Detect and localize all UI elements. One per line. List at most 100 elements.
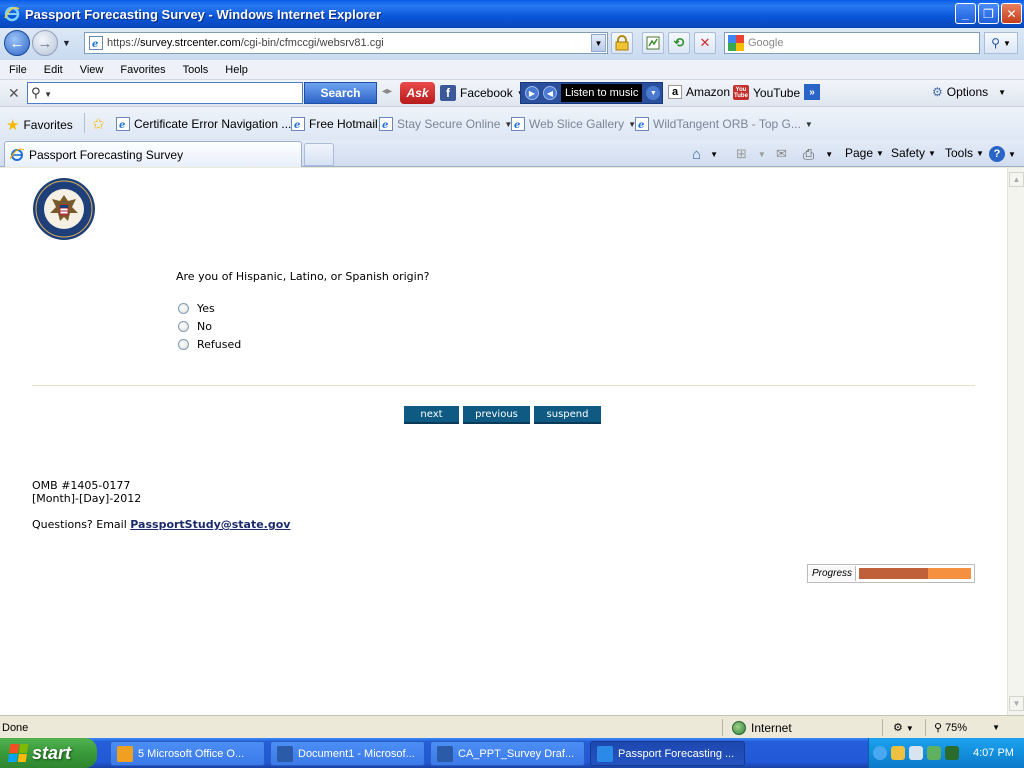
suspend-button[interactable]: suspend	[534, 406, 601, 424]
minimize-button[interactable]: _	[955, 3, 976, 24]
add-favorite-icon[interactable]: ✩	[92, 115, 105, 133]
ie-logo-icon	[4, 6, 20, 22]
mail-icon: ✉	[776, 146, 787, 161]
close-toolbar-icon[interactable]: ✕	[8, 85, 20, 102]
stop-icon[interactable]: ✕	[694, 32, 716, 54]
ie-page-icon: e	[635, 117, 649, 131]
favorite-label: Free Hotmail	[309, 117, 378, 131]
omb-block: OMB #1405-0177 [Month]-[Day]-2012	[32, 479, 141, 505]
play-icon[interactable]: ▶	[525, 86, 539, 100]
menu-file[interactable]: File	[0, 64, 35, 76]
radio-no[interactable]	[178, 320, 189, 332]
read-mail-button[interactable]: ✉	[776, 146, 787, 162]
back-button[interactable]: ←	[4, 30, 30, 56]
help-button[interactable]: ? ▼	[989, 146, 1016, 162]
option-refused[interactable]: Refused	[178, 335, 241, 353]
tray-expand-icon[interactable]	[873, 746, 887, 760]
music-player[interactable]: ▶ ◀ Listen to music ▼	[520, 82, 663, 104]
address-bar[interactable]: e https://survey.strcenter.com/cgi-bin/c…	[84, 32, 608, 54]
search-options-icon: ▼	[1002, 38, 1011, 48]
restore-button[interactable]: ❐	[978, 3, 999, 24]
menu-view[interactable]: View	[71, 64, 112, 76]
printer-icon: ⎙	[803, 146, 815, 162]
ie-page-icon: e	[116, 117, 130, 131]
forward-button[interactable]: →	[32, 30, 58, 56]
option-no[interactable]: No	[178, 317, 241, 335]
option-yes[interactable]: Yes	[178, 299, 241, 317]
zone-label: Internet	[751, 721, 792, 735]
safety-menu-button[interactable]: Safety ▼	[891, 146, 936, 160]
ask-search-button[interactable]: Search	[304, 82, 377, 104]
vertical-scrollbar[interactable]: ▲ ▼	[1007, 168, 1024, 715]
divider	[925, 719, 926, 736]
ie-page-icon: e	[511, 117, 525, 131]
youtube-button[interactable]: You Tube YouTube	[733, 85, 800, 100]
contact-email-link[interactable]: PassportStudy@state.gov	[130, 518, 290, 531]
tab-passport-forecasting-survey[interactable]: Passport Forecasting Survey	[4, 141, 302, 167]
next-button[interactable]: next	[404, 406, 459, 424]
favorite-wildtangent[interactable]: e WildTangent ORB - Top G... ▼	[635, 117, 813, 131]
chevron-down-icon: ▼	[594, 38, 603, 48]
menu-help[interactable]: Help	[216, 64, 256, 76]
menu-edit[interactable]: Edit	[35, 64, 71, 76]
google-icon	[728, 35, 744, 51]
taskbar-item-survey-draft[interactable]: CA_PPT_Survey Draf...	[430, 741, 585, 766]
chevron-down-icon[interactable]: ▼	[646, 86, 661, 100]
favorites-button[interactable]: ★ Favorites	[6, 116, 73, 134]
taskbar-item-office[interactable]: 5 Microsoft Office O...	[110, 741, 265, 766]
favorite-free-hotmail[interactable]: e Free Hotmail	[291, 117, 378, 131]
address-url: https://survey.strcenter.com/cgi-bin/cfm…	[107, 37, 384, 49]
tools-menu-button[interactable]: Tools ▼	[945, 146, 984, 160]
antivirus-tray-icon[interactable]	[945, 746, 959, 760]
refresh-icon[interactable]: ⟲	[668, 32, 690, 54]
radio-refused[interactable]	[178, 338, 189, 350]
ask-toolbar: ✕ ⚲ ▼ Search ◂▸ Ask f Facebook ▼ ▶ ◀ Lis…	[0, 80, 1024, 107]
facebook-button[interactable]: f Facebook ▼	[440, 85, 525, 101]
favorite-label: WildTangent ORB - Top G...	[653, 117, 801, 131]
favorite-web-slice-gallery[interactable]: e Web Slice Gallery ▼	[511, 117, 636, 131]
home-button[interactable]: ⌂ ▼	[692, 146, 718, 163]
protected-mode-icon[interactable]: ⚙ ▼	[893, 721, 914, 734]
feeds-button[interactable]: ⊞ ▼	[736, 146, 766, 162]
more-chevron-icon[interactable]: »	[804, 84, 820, 100]
search-input[interactable]: Google	[724, 32, 980, 54]
tools-menu-label: Tools	[945, 146, 974, 160]
svg-text:e: e	[294, 120, 300, 131]
print-button[interactable]: ⎙ ▼	[803, 146, 833, 163]
compatibility-view-icon[interactable]	[642, 32, 664, 54]
scroll-down-icon[interactable]: ▼	[1009, 696, 1024, 711]
security-zone[interactable]: Internet	[732, 721, 792, 735]
ask-search-input[interactable]: ⚲ ▼	[27, 82, 303, 104]
youtube-label: YouTube	[753, 85, 801, 100]
taskbar-item-passport-survey[interactable]: Passport Forecasting ...	[590, 741, 745, 766]
volume-icon[interactable]: ◀	[543, 86, 557, 100]
network-icon[interactable]	[909, 746, 923, 760]
history-dropdown-icon[interactable]: ▼	[62, 38, 71, 48]
zoom-control[interactable]: ⚲ 75% ▼	[934, 721, 1000, 735]
page-menu-button[interactable]: Page ▼	[845, 146, 884, 160]
radio-yes[interactable]	[178, 302, 189, 314]
favorite-stay-secure-online[interactable]: e Stay Secure Online ▼	[379, 117, 512, 131]
address-dropdown-button[interactable]: ▼	[591, 34, 606, 52]
youtube-icon: You Tube	[733, 85, 749, 100]
start-button[interactable]: start	[0, 738, 97, 768]
new-tab-button[interactable]	[304, 143, 334, 166]
close-button[interactable]: ✕	[1001, 3, 1022, 24]
menu-favorites[interactable]: Favorites	[111, 64, 173, 76]
taskbar-item-document1[interactable]: Document1 - Microsof...	[270, 741, 425, 766]
option-label: No	[197, 319, 212, 333]
lock-icon[interactable]	[611, 32, 633, 54]
toolbar-resize-handle[interactable]: ◂▸	[382, 86, 392, 97]
ask-logo[interactable]: Ask	[400, 82, 435, 104]
previous-button[interactable]: previous	[463, 406, 530, 424]
search-go-button[interactable]: ⚲ ▼	[984, 32, 1018, 54]
omb-number: OMB #1405-0177	[32, 479, 131, 492]
menu-tools[interactable]: Tools	[174, 64, 217, 76]
department-of-state-seal-logo	[33, 178, 95, 240]
scroll-up-icon[interactable]: ▲	[1009, 172, 1024, 187]
amazon-button[interactable]: a Amazon	[668, 85, 730, 99]
security-tray-icon[interactable]	[927, 746, 941, 760]
favorite-certificate-error[interactable]: e Certificate Error Navigation ...	[116, 117, 291, 131]
tray-app-icon[interactable]	[891, 746, 905, 760]
options-button[interactable]: ⚙ Options ▼	[932, 85, 1006, 99]
